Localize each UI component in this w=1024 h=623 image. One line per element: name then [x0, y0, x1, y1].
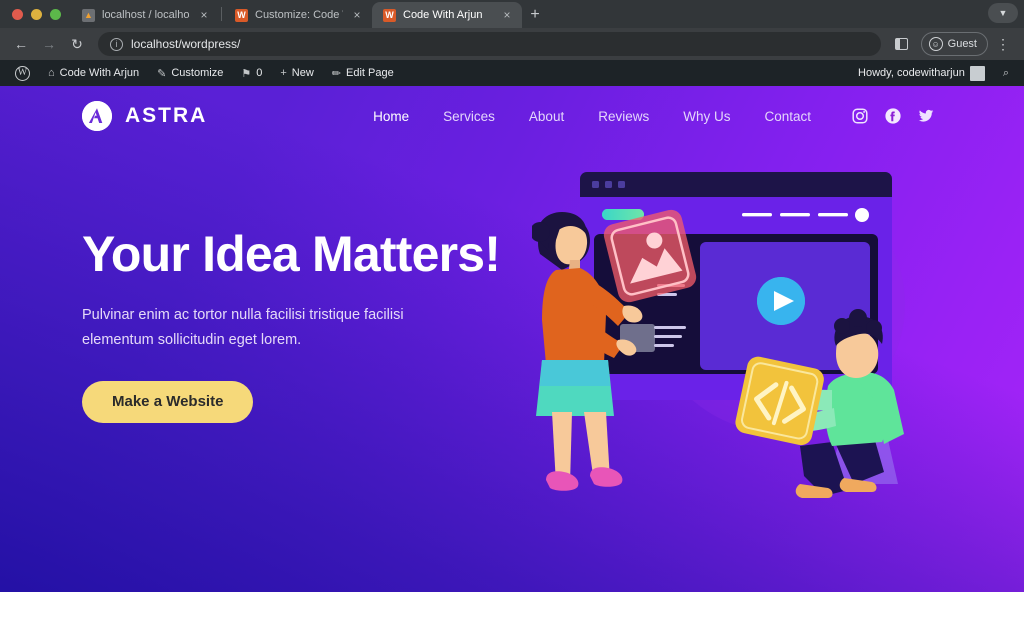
url-text: localhost/wordpress/ — [131, 37, 241, 51]
hero-subtitle: Pulvinar enim ac tortor nulla facilisi t… — [82, 307, 404, 348]
close-tab-button[interactable]: × — [350, 9, 364, 21]
house-icon: ⌂ — [48, 67, 55, 79]
facebook-icon[interactable] — [885, 108, 901, 124]
tab-title: Code With Arjun — [403, 9, 483, 21]
astra-logo-icon — [82, 101, 112, 131]
window-controls — [8, 0, 71, 28]
admin-bar-search[interactable]: ⌕ — [994, 60, 1018, 86]
profile-label: Guest — [947, 38, 977, 50]
admin-bar-new[interactable]: + New — [271, 60, 322, 86]
close-window-button[interactable] — [12, 8, 23, 20]
forward-icon[interactable]: → — [36, 31, 62, 57]
website-builder-illustration — [532, 154, 964, 498]
brand-name: ASTRA — [125, 104, 208, 127]
address-bar[interactable]: i localhost/wordpress/ — [98, 32, 881, 56]
make-a-website-button[interactable]: Make a Website — [82, 380, 254, 423]
back-icon[interactable]: ← — [8, 31, 34, 57]
page-content-below-fold — [0, 592, 1024, 623]
browser-tab-3-active[interactable]: W Code With Arjun × — [372, 2, 522, 28]
wp-logo-menu[interactable]: W — [6, 60, 39, 86]
nav-item-about[interactable]: About — [512, 109, 581, 124]
new-label: New — [291, 67, 314, 79]
browser-toolbar: ← → ↻ i localhost/wordpress/ ☺ Guest ⋮ — [0, 28, 1024, 60]
site-brand[interactable]: ASTRA — [82, 101, 207, 131]
page-title: Your Idea Matters! — [82, 226, 501, 282]
side-panel-icon[interactable] — [889, 31, 915, 57]
admin-bar-site-name[interactable]: ⌂ Code With Arjun — [39, 60, 148, 86]
tab-strip: ▲ localhost / localhost / wordpr × W Cus… — [0, 0, 1024, 28]
wordpress-logo-icon: W — [15, 65, 30, 81]
tab-title: Customize: Code With Arjun — [255, 9, 343, 21]
nav-item-services[interactable]: Services — [426, 109, 512, 124]
instagram-icon[interactable] — [852, 108, 868, 124]
close-tab-button[interactable]: × — [197, 9, 211, 21]
hero-copy: Your Idea Matters! Pulvinar enim ac tort… — [82, 146, 552, 423]
reload-icon[interactable]: ↻ — [64, 31, 90, 57]
comment-count: 0 — [256, 67, 263, 79]
browser-window: ▲ localhost / localhost / wordpr × W Cus… — [0, 0, 1024, 623]
admin-bar-howdy[interactable]: Howdy, codewitharjun — [849, 60, 994, 86]
twitter-icon[interactable] — [918, 108, 934, 124]
nav-item-why-us[interactable]: Why Us — [666, 109, 747, 124]
tab-title: localhost / localhost / wordpr — [102, 9, 190, 21]
nav-item-home[interactable]: Home — [356, 109, 426, 124]
browser-tab-1[interactable]: ▲ localhost / localhost / wordpr × — [71, 2, 219, 28]
new-tab-button[interactable]: + — [522, 2, 548, 28]
site-name-label: Code With Arjun — [59, 67, 140, 79]
avatar — [969, 65, 985, 81]
browser-tab-2[interactable]: W Customize: Code With Arjun × — [224, 2, 372, 28]
hero-section: ASTRA Home Services About Reviews Why Us… — [0, 86, 1024, 592]
plus-icon: + — [280, 67, 287, 79]
comment-icon: ⚑ — [241, 67, 252, 80]
chevron-down-icon[interactable]: ▼ — [988, 3, 1018, 23]
site-info-icon[interactable]: i — [110, 37, 123, 51]
maximize-window-button[interactable] — [50, 8, 61, 20]
main-navigation: Home Services About Reviews Why Us Conta… — [356, 108, 934, 124]
close-tab-button[interactable]: × — [500, 9, 514, 21]
pencil-icon: ✏ — [331, 67, 341, 80]
search-icon: ⌕ — [1002, 66, 1009, 79]
howdy-label: Howdy, codewitharjun — [858, 67, 965, 79]
minimize-window-button[interactable] — [31, 8, 42, 20]
wp-admin-bar: W ⌂ Code With Arjun ✎ Customize ⚑ 0 + Ne… — [0, 60, 1024, 86]
wordpress-icon: W — [235, 8, 248, 22]
tab-divider — [221, 7, 222, 21]
admin-bar-edit-page[interactable]: ✏ Edit Page — [323, 60, 403, 86]
phpmyadmin-icon: ▲ — [82, 8, 95, 22]
paintbrush-icon: ✎ — [157, 67, 167, 80]
social-links — [852, 108, 934, 124]
nav-item-reviews[interactable]: Reviews — [581, 109, 666, 124]
nav-item-contact[interactable]: Contact — [747, 109, 828, 124]
edit-page-label: Edit Page — [346, 67, 394, 79]
customize-label: Customize — [171, 67, 224, 79]
wordpress-icon: W — [383, 8, 396, 22]
browser-menu-icon[interactable]: ⋮ — [990, 31, 1016, 57]
avatar: ☺ — [928, 37, 943, 51]
site-header: ASTRA Home Services About Reviews Why Us… — [0, 86, 1024, 146]
admin-bar-customize[interactable]: ✎ Customize — [148, 60, 232, 86]
admin-bar-comments[interactable]: ⚑ 0 — [232, 60, 271, 86]
hero-body: Your Idea Matters! Pulvinar enim ac tort… — [0, 146, 1024, 498]
profile-chip[interactable]: ☺ Guest — [920, 32, 988, 56]
